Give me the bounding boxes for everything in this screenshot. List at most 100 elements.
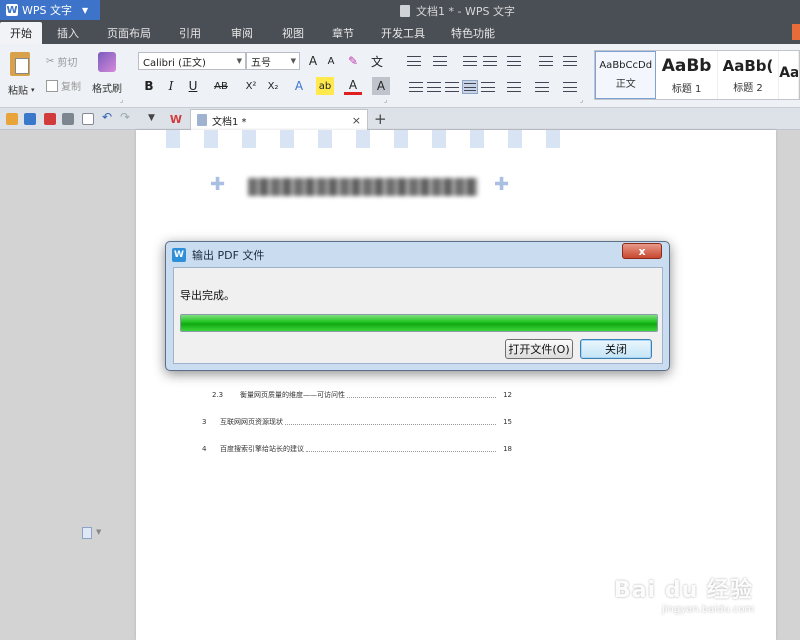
page-decoration: [166, 130, 566, 148]
tab-review[interactable]: 审阅: [216, 22, 268, 44]
baidu-jingyan-watermark: Bai du 经验 jingyan.baidu.com: [614, 578, 755, 615]
copy-icon: [46, 79, 58, 92]
strikethrough-button[interactable]: AB: [210, 77, 232, 95]
ribbon: 粘贴 ▾ ✂ 剪切 复制 格式刷 Calibri (正文) ▼ 五号 ▼ A A ✎ …: [0, 44, 800, 108]
highlight-button[interactable]: ab: [316, 77, 334, 95]
dialog-title: 输出 PDF 文件: [192, 249, 265, 262]
font-size-select[interactable]: 五号 ▼: [246, 52, 300, 70]
distribute-icon[interactable]: [480, 80, 496, 94]
scissors-icon: ✂: [46, 56, 55, 67]
dialog-close-button[interactable]: x: [622, 243, 662, 259]
customize-toolbar-icon[interactable]: ▼: [148, 113, 160, 125]
skin-icon[interactable]: [792, 24, 800, 40]
increase-indent-icon[interactable]: [482, 54, 498, 68]
brush-icon: [98, 52, 116, 72]
tab-developer[interactable]: 开发工具: [368, 22, 438, 44]
quick-access-bar: ↶ ↷ ▼ W 文档1 * × +: [0, 108, 800, 130]
tab-insert[interactable]: 插入: [42, 22, 94, 44]
sort-icon[interactable]: [538, 54, 554, 68]
toc-item[interactable]: 3 互联网网页资源现状 15: [202, 417, 512, 427]
save-icon[interactable]: [24, 113, 36, 125]
tab-document[interactable]: 文档1 * ×: [190, 109, 368, 130]
align-right-icon[interactable]: [444, 80, 460, 94]
close-tab-button[interactable]: ×: [352, 114, 361, 127]
char-shading-button[interactable]: A: [372, 77, 390, 95]
text-direction-icon[interactable]: [506, 54, 522, 68]
toc-item[interactable]: 4 百度搜索引擎给站长的建议 18: [202, 444, 512, 454]
bold-button[interactable]: B: [140, 77, 158, 95]
style-heading-3[interactable]: AaE: [779, 51, 799, 99]
dialog-title-bar: W 输出 PDF 文件: [172, 247, 264, 263]
tab-view[interactable]: 视图: [268, 22, 318, 44]
paste-label[interactable]: 粘贴 ▾: [8, 82, 35, 98]
subscript-button[interactable]: X₂: [264, 77, 282, 95]
chevron-down-icon: ▼: [82, 5, 89, 15]
cut-button[interactable]: ✂ 剪切: [46, 54, 77, 69]
open-file-button[interactable]: 打开文件(O): [505, 339, 573, 359]
copy-button[interactable]: 复制: [46, 78, 81, 93]
chevron-down-icon[interactable]: ▼: [96, 528, 101, 536]
superscript-button[interactable]: X²: [242, 77, 260, 95]
shrink-font-button[interactable]: A: [322, 52, 340, 70]
clear-format-icon[interactable]: ✎: [344, 52, 362, 70]
pinyin-icon[interactable]: 文: [368, 52, 386, 70]
paste-button[interactable]: [10, 52, 30, 76]
shading-icon[interactable]: [534, 80, 550, 94]
tab-home[interactable]: 开始: [0, 22, 42, 44]
decrease-indent-icon[interactable]: [462, 54, 478, 68]
close-button[interactable]: 关闭: [580, 339, 652, 359]
progress-fill: [181, 315, 657, 331]
document-page[interactable]: ✚ ✚ 2.3 衡量网页质量的维度——可访问性 12 3 互联网网页资源现状 1…: [136, 130, 776, 640]
print-preview-icon[interactable]: [82, 113, 94, 125]
text-effect-button[interactable]: A: [290, 77, 308, 95]
paragraph-group-launcher[interactable]: ⌟: [580, 96, 583, 104]
line-spacing-icon[interactable]: [506, 80, 522, 94]
export-pdf-dialog: W 输出 PDF 文件 x 导出完成。 打开文件(O) 关闭: [165, 241, 670, 371]
toc-item[interactable]: 2.3 衡量网页质量的维度——可访问性 12: [212, 390, 512, 400]
menu-bar: 开始 插入 页面布局 引用 审阅 视图 章节 开发工具 特色功能: [0, 22, 800, 44]
clipboard-group-launcher[interactable]: ⌟: [120, 96, 123, 104]
font-name-select[interactable]: Calibri (正文) ▼: [138, 52, 246, 70]
wps-home-icon[interactable]: W: [168, 112, 184, 126]
style-heading-1[interactable]: AaBb 标题 1: [656, 51, 718, 99]
tab-sections[interactable]: 章节: [318, 22, 368, 44]
document-icon: [197, 114, 207, 126]
document-icon: [400, 5, 410, 17]
grow-font-button[interactable]: A: [304, 52, 322, 70]
show-marks-icon[interactable]: [562, 54, 578, 68]
document-workspace: ▼ ✚ ✚ 2.3 衡量网页质量的维度——可访问性 12 3 互联网网页资源现状…: [0, 130, 800, 640]
open-folder-icon[interactable]: [6, 113, 18, 125]
font-group-launcher[interactable]: ⌟: [384, 96, 387, 104]
export-progress-bar: [180, 314, 658, 332]
cross-mark-icon: ✚: [210, 174, 226, 195]
underline-button[interactable]: U: [184, 77, 202, 95]
document-map-icon[interactable]: [82, 527, 92, 539]
bullet-list-icon[interactable]: [406, 54, 422, 68]
tab-special-features[interactable]: 特色功能: [438, 22, 508, 44]
format-painter-label: 格式刷: [92, 84, 122, 95]
align-left-icon[interactable]: [408, 80, 424, 94]
style-normal[interactable]: AaBbCcDd 正文: [595, 51, 657, 99]
wps-logo-icon: W: [6, 4, 18, 16]
italic-button[interactable]: I: [162, 77, 180, 95]
borders-icon[interactable]: [562, 80, 578, 94]
tab-references[interactable]: 引用: [164, 22, 216, 44]
new-tab-button[interactable]: +: [374, 110, 387, 128]
window-title: 文档1 * - WPS 文字: [400, 3, 515, 19]
wps-logo-icon: W: [172, 248, 186, 262]
app-menu-button[interactable]: W WPS 文字 ▼: [0, 0, 100, 20]
undo-icon[interactable]: ↶: [102, 110, 114, 124]
numbered-list-icon[interactable]: [432, 54, 448, 68]
clipboard-icon: [10, 52, 30, 76]
font-color-button[interactable]: A: [344, 77, 362, 95]
print-icon[interactable]: [62, 113, 74, 125]
tab-page-layout[interactable]: 页面布局: [94, 22, 164, 44]
redo-icon[interactable]: ↷: [120, 110, 132, 124]
justify-icon[interactable]: [462, 80, 478, 94]
export-pdf-icon[interactable]: [44, 113, 56, 125]
align-center-icon[interactable]: [426, 80, 442, 94]
cross-mark-icon: ✚: [494, 174, 510, 195]
format-painter-button[interactable]: [98, 52, 116, 72]
style-heading-2[interactable]: AaBb( 标题 2: [718, 51, 780, 99]
title-bar: W WPS 文字 ▼ 文档1 * - WPS 文字: [0, 0, 800, 22]
